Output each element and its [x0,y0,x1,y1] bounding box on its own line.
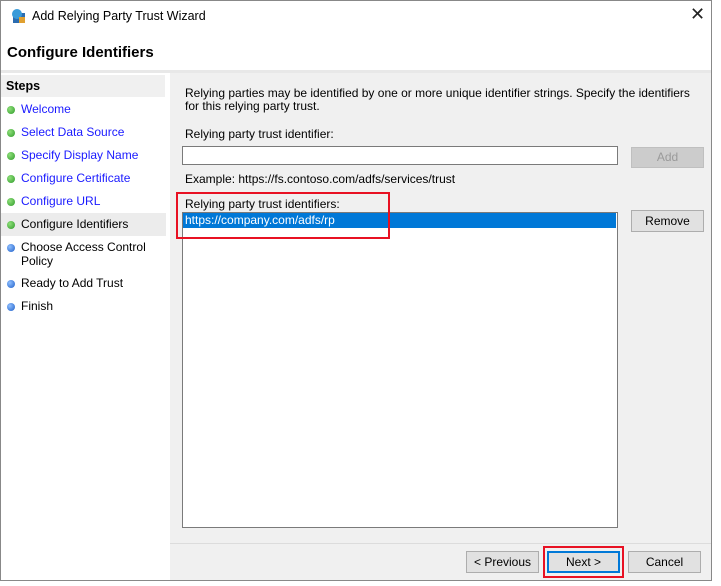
identifiers-list[interactable] [182,212,618,528]
identifier-input[interactable] [182,146,618,165]
highlight-box-next [543,546,624,578]
step-specify-display-name[interactable]: Specify Display Name [7,148,165,162]
step-ready-to-add-trust: Ready to Add Trust [7,276,165,290]
step-label: Configure Identifiers [21,217,129,231]
pending-dot-icon [7,302,15,311]
step-configure-url[interactable]: Configure URL [7,194,165,208]
page-title: Configure Identifiers [7,44,154,61]
step-label: Choose Access Control Policy [21,240,146,268]
window-title: Add Relying Party Trust Wizard [32,9,206,23]
add-button[interactable]: Add [631,147,704,168]
pending-dot-icon [7,243,15,252]
description-text: Relying parties may be identified by one… [185,86,690,113]
complete-dot-icon [7,220,15,229]
example-text: Example: https://fs.contoso.com/adfs/ser… [185,172,456,186]
previous-button[interactable]: < Previous [466,551,539,573]
footer-divider [170,543,711,544]
step-label: Configure Certificate [21,171,131,185]
steps-heading: Steps [1,75,165,97]
complete-dot-icon [7,105,15,114]
step-label: Configure URL [21,194,101,208]
complete-dot-icon [7,151,15,160]
step-finish: Finish [7,299,165,313]
step-configure-certificate[interactable]: Configure Certificate [7,171,165,185]
highlight-box-identifiers [176,192,390,239]
cancel-button[interactable]: Cancel [628,551,701,573]
complete-dot-icon [7,128,15,137]
step-choose-access-control-policy: Choose Access Control Policy [7,240,151,268]
step-label: Select Data Source [21,125,125,139]
step-label: Specify Display Name [21,148,139,162]
adfs-app-icon [12,9,25,23]
close-icon[interactable]: ✕ [690,4,705,25]
step-label: Finish [21,299,54,313]
step-welcome[interactable]: Welcome [7,102,165,116]
step-label: Ready to Add Trust [21,276,124,290]
identifier-label: Relying party trust identifier: [185,127,334,141]
step-configure-identifiers: Configure Identifiers [7,217,165,231]
pending-dot-icon [7,279,15,288]
complete-dot-icon [7,174,15,183]
remove-button[interactable]: Remove [631,210,704,232]
step-label: Welcome [21,102,71,116]
complete-dot-icon [7,197,15,206]
step-select-data-source[interactable]: Select Data Source [7,125,165,139]
